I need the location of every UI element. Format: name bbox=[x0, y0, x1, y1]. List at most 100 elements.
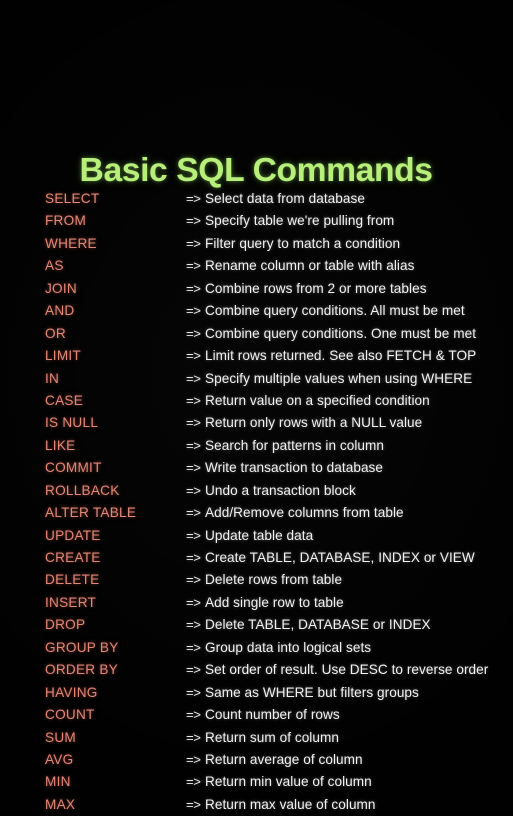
command-row: HAVING => Same as WHERE but filters groups bbox=[0, 682, 513, 704]
sql-keyword-description: Search for patterns in column bbox=[205, 437, 385, 453]
arrow-icon: => bbox=[186, 325, 201, 341]
arrow-icon: => bbox=[186, 550, 201, 565]
sql-keyword-description: Limit rows returned. See also FETCH & TO… bbox=[205, 348, 477, 364]
arrow-icon: => bbox=[186, 213, 201, 229]
sql-keyword: SUM bbox=[45, 729, 76, 745]
command-row: SELECT => Select data from database bbox=[0, 188, 513, 210]
command-row: MAX => Return max value of column bbox=[0, 794, 513, 816]
sql-keyword-description: Same as WHERE but filters groups bbox=[205, 684, 419, 700]
command-row: DELETE => Delete rows from table bbox=[0, 569, 513, 591]
sql-keyword: INSERT bbox=[45, 594, 97, 610]
sql-keyword: AND bbox=[45, 303, 75, 319]
arrow-icon: => bbox=[186, 505, 201, 521]
arrow-icon: => bbox=[186, 594, 201, 610]
sql-keyword: DELETE bbox=[45, 572, 100, 588]
sql-keyword-description: Delete TABLE, DATABASE or INDEX bbox=[205, 617, 431, 633]
sql-keyword-description: Update table data bbox=[205, 527, 314, 543]
sql-keyword-description: Create TABLE, DATABASE, INDEX or VIEW bbox=[205, 550, 475, 565]
sql-keyword: IS NULL bbox=[45, 415, 99, 431]
arrow-icon: => bbox=[186, 191, 201, 206]
command-row: AS => Rename column or table with alias bbox=[0, 255, 513, 277]
arrow-icon: => bbox=[186, 392, 201, 408]
sql-keyword: FROM bbox=[45, 213, 87, 229]
command-row: CREATE => Create TABLE, DATABASE, INDEX or… bbox=[0, 547, 513, 569]
sql-keyword-description: Delete rows from table bbox=[205, 572, 343, 588]
command-row: UPDATE => Update table data bbox=[0, 525, 513, 547]
sql-keyword-description: Return only rows with a NULL value bbox=[205, 415, 423, 431]
arrow-icon: => bbox=[186, 684, 201, 700]
sql-keyword: ORDER BY bbox=[45, 662, 119, 678]
sql-keyword-description: Rename column or table with alias bbox=[205, 258, 415, 274]
sql-keyword-description: Return average of column bbox=[205, 751, 363, 767]
arrow-icon: => bbox=[186, 774, 201, 790]
arrow-icon: => bbox=[186, 572, 201, 588]
sql-keyword-description: Return min value of column bbox=[205, 774, 372, 790]
arrow-icon: => bbox=[186, 482, 201, 498]
sql-keyword-description: Return max value of column bbox=[205, 796, 376, 812]
command-row: IS NULL => Return only rows with a NULL va… bbox=[0, 412, 513, 434]
command-row: COUNT => Count number of rows bbox=[0, 704, 513, 726]
sql-keyword-description: Specify table we're pulling from bbox=[205, 213, 395, 229]
command-row: MIN => Return min value of column bbox=[0, 771, 513, 793]
arrow-icon: => bbox=[186, 303, 201, 319]
sql-keyword: GROUP BY bbox=[45, 639, 119, 655]
sql-keyword: HAVING bbox=[45, 684, 98, 700]
arrow-icon: => bbox=[186, 348, 201, 364]
command-row: AVG => Return average of column bbox=[0, 749, 513, 771]
sql-keyword: LIMIT bbox=[45, 348, 81, 364]
command-row: JOIN => Combine rows from 2 or more tables bbox=[0, 278, 513, 300]
sql-keyword-description: Select data from database bbox=[205, 191, 365, 206]
sql-keyword: CASE bbox=[45, 392, 84, 408]
arrow-icon: => bbox=[186, 729, 201, 745]
sql-keyword-description: Add single row to table bbox=[205, 594, 344, 610]
sql-keyword: OR bbox=[45, 325, 66, 341]
sql-keyword-description: Undo a transaction block bbox=[205, 482, 356, 498]
sql-keyword: WHERE bbox=[45, 235, 97, 251]
sql-keyword: AS bbox=[45, 258, 64, 274]
command-row: COMMIT => Write transaction to database bbox=[0, 457, 513, 479]
arrow-icon: => bbox=[186, 527, 201, 543]
arrow-icon: => bbox=[186, 415, 201, 431]
arrow-icon: => bbox=[186, 662, 201, 678]
command-row: SUM => Return sum of column bbox=[0, 727, 513, 749]
sql-keyword: SELECT bbox=[45, 191, 100, 206]
command-row: GROUP BY => Group data into logical sets bbox=[0, 637, 513, 659]
sql-keyword-description: Combine query conditions. One must be me… bbox=[205, 325, 477, 341]
sql-keyword: DROP bbox=[45, 617, 86, 633]
sql-keyword: CREATE bbox=[45, 550, 101, 565]
sql-keyword-description: Set order of result. Use DESC to reverse… bbox=[205, 662, 489, 678]
sql-keyword-description: Return value on a specified condition bbox=[205, 392, 430, 408]
sql-keyword-description: Group data into logical sets bbox=[205, 639, 372, 655]
sql-keyword-description: Combine query conditions. All must be me… bbox=[205, 303, 465, 319]
sql-keyword: JOIN bbox=[45, 280, 77, 296]
arrow-icon: => bbox=[186, 617, 201, 633]
command-row: LIKE => Search for patterns in column bbox=[0, 435, 513, 457]
sql-keyword: LIKE bbox=[45, 437, 76, 453]
sql-keyword-description: Add/Remove columns from table bbox=[205, 505, 404, 521]
command-row: ROLLBACK => Undo a transaction block bbox=[0, 480, 513, 502]
sql-keyword: UPDATE bbox=[45, 527, 101, 543]
command-row: DROP => Delete TABLE, DATABASE or INDEX bbox=[0, 614, 513, 636]
sql-keyword: AVG bbox=[45, 751, 74, 767]
sql-keyword: COUNT bbox=[45, 707, 95, 723]
arrow-icon: => bbox=[186, 280, 201, 296]
arrow-icon: => bbox=[186, 707, 201, 723]
command-row: INSERT => Add single row to table bbox=[0, 592, 513, 614]
sql-keyword-description: Filter query to match a condition bbox=[205, 235, 401, 251]
arrow-icon: => bbox=[186, 235, 201, 251]
command-row: AND => Combine query conditions. All must … bbox=[0, 300, 513, 322]
sql-cheatsheet-poster: Basic SQL Commands SELECT => Select data f… bbox=[0, 0, 513, 812]
command-row: WHERE => Filter query to match a condition bbox=[0, 233, 513, 255]
arrow-icon: => bbox=[186, 460, 201, 476]
arrow-icon: => bbox=[186, 370, 201, 386]
page-title: Basic SQL Commands bbox=[79, 151, 434, 189]
sql-keyword: MIN bbox=[45, 774, 71, 790]
sql-keyword: IN bbox=[45, 370, 60, 386]
arrow-icon: => bbox=[186, 258, 201, 274]
sql-keyword: ALTER TABLE bbox=[45, 505, 137, 521]
sql-keyword: MAX bbox=[45, 796, 76, 812]
sql-keyword-description: Return sum of column bbox=[205, 729, 339, 745]
command-row: OR => Combine query conditions. One must b… bbox=[0, 323, 513, 345]
sql-keyword-description: Write transaction to database bbox=[205, 460, 384, 476]
arrow-icon: => bbox=[186, 437, 201, 453]
